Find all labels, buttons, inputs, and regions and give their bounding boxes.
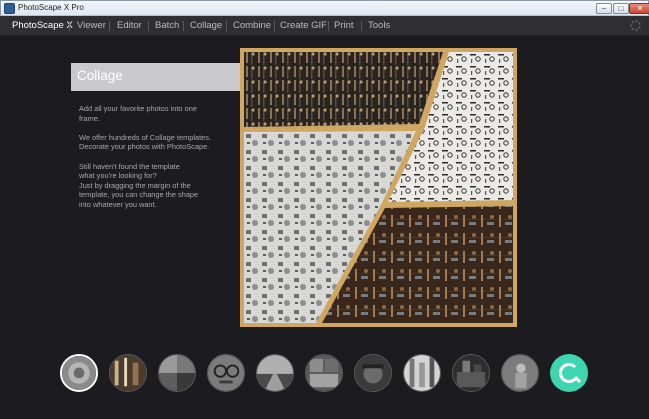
collage-canvas <box>244 52 513 323</box>
description-line: frame. <box>79 113 100 123</box>
template-thumbnail-4[interactable] <box>207 354 245 392</box>
search-refresh-icon <box>559 363 579 383</box>
description-spacer <box>79 152 239 162</box>
menu-create-gif[interactable]: Create GIF <box>273 16 334 36</box>
feature-title: Collage <box>77 68 123 83</box>
menu-collage[interactable]: Collage <box>183 16 229 36</box>
main-menu-bar: PhotoScape X Viewer Editor Batch Collage… <box>0 16 649 36</box>
description-line: We offer hundreds of Collage templates. <box>79 132 212 142</box>
template-thumbnail-9[interactable] <box>452 354 490 392</box>
description-spacer <box>79 123 239 133</box>
description-line: template, you can change the shape <box>79 190 199 200</box>
minimize-button[interactable]: – <box>596 3 612 14</box>
template-thumbnail-6[interactable] <box>305 354 343 392</box>
gear-icon[interactable] <box>630 20 641 31</box>
template-thumbnail-10[interactable] <box>501 354 539 392</box>
menu-tools[interactable]: Tools <box>361 16 397 36</box>
collage-preview <box>240 48 517 327</box>
menu-combine[interactable]: Combine <box>226 16 278 36</box>
template-thumbnail-3[interactable] <box>158 354 196 392</box>
description-line: what you're looking for? <box>79 171 157 181</box>
description-line: Decorate your photos with PhotoScape. <box>79 142 210 152</box>
template-thumbnail-1[interactable] <box>60 354 98 392</box>
template-thumbnail-2[interactable] <box>109 354 147 392</box>
description-line: Add all your favorite photos into one <box>79 104 197 113</box>
menu-viewer[interactable]: Viewer <box>70 16 113 36</box>
template-thumbnail-5[interactable] <box>256 354 294 392</box>
collage-image <box>244 52 513 323</box>
menu-batch[interactable]: Batch <box>148 16 186 36</box>
close-button[interactable]: ✕ <box>629 3 649 14</box>
window-titlebar: PhotoScape X Pro – □ ✕ <box>0 0 649 16</box>
app-icon <box>4 3 15 14</box>
feature-description: Add all your favorite photos into one fr… <box>79 104 239 210</box>
template-thumbnail-8[interactable] <box>403 354 441 392</box>
description-line: Still haven't found the template <box>79 161 180 171</box>
window-title: PhotoScape X Pro <box>18 3 84 12</box>
description-line: into whatever you want. <box>79 199 157 209</box>
template-thumbnail-7[interactable] <box>354 354 392 392</box>
main-content: Collage Add all your favorite photos int… <box>0 36 649 419</box>
maximize-button[interactable]: □ <box>613 3 629 14</box>
description-line: Just by dragging the margin of the <box>79 180 191 190</box>
menu-print[interactable]: Print <box>327 16 361 36</box>
more-templates-button[interactable] <box>550 354 588 392</box>
menu-editor[interactable]: Editor <box>110 16 149 36</box>
